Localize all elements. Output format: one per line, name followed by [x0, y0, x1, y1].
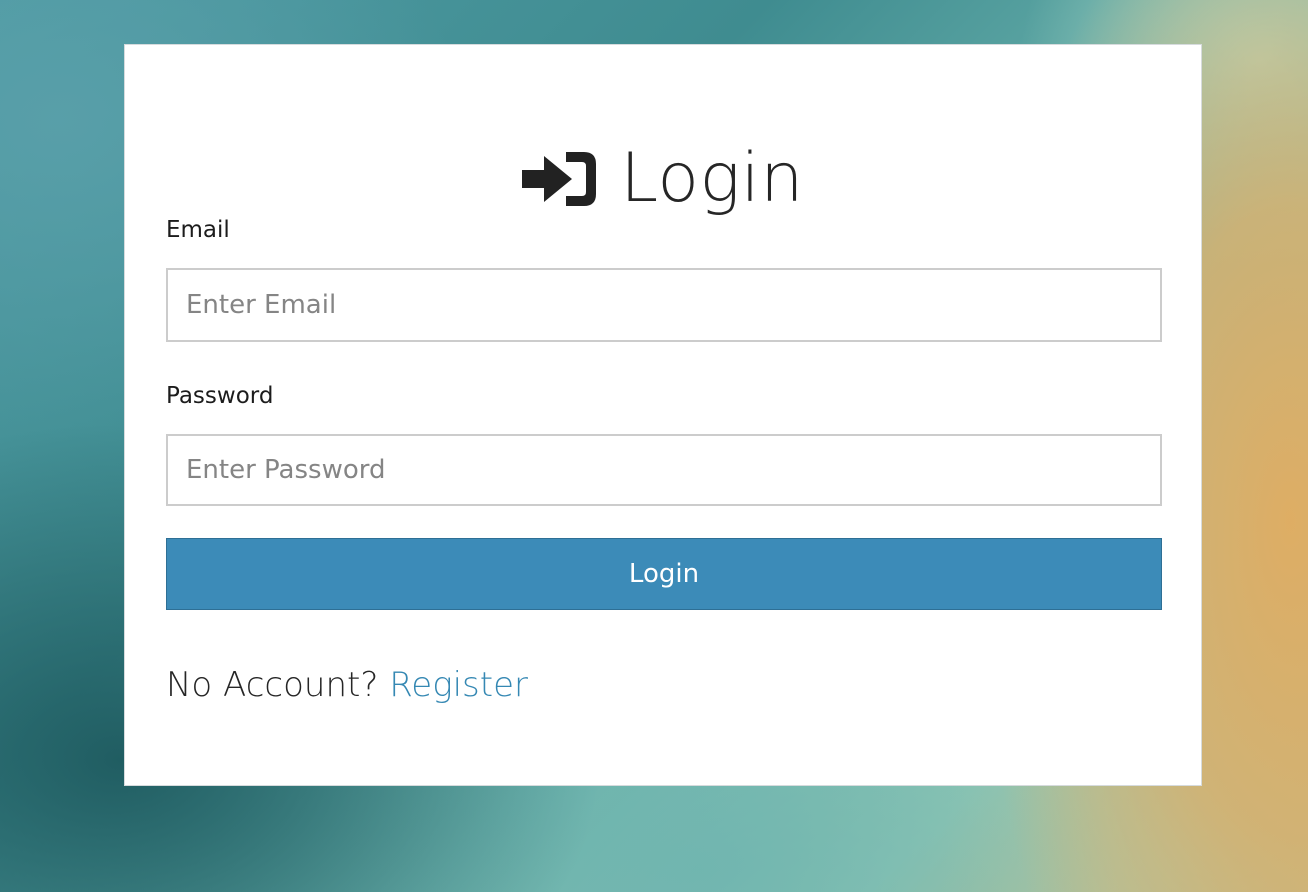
login-button[interactable]: Login	[166, 538, 1162, 610]
login-heading: Login	[125, 137, 1201, 221]
sign-in-icon	[522, 150, 598, 208]
email-label: Email	[166, 217, 230, 243]
register-link[interactable]: Register	[389, 665, 528, 705]
register-prompt: No Account? Register	[166, 665, 528, 705]
login-card: Login Email Password Login No Account? R…	[124, 44, 1202, 786]
password-label: Password	[166, 383, 274, 409]
password-input[interactable]	[166, 434, 1162, 506]
email-input[interactable]	[166, 268, 1162, 342]
page-title: Login	[620, 139, 804, 218]
register-prompt-text: No Account?	[166, 665, 379, 705]
